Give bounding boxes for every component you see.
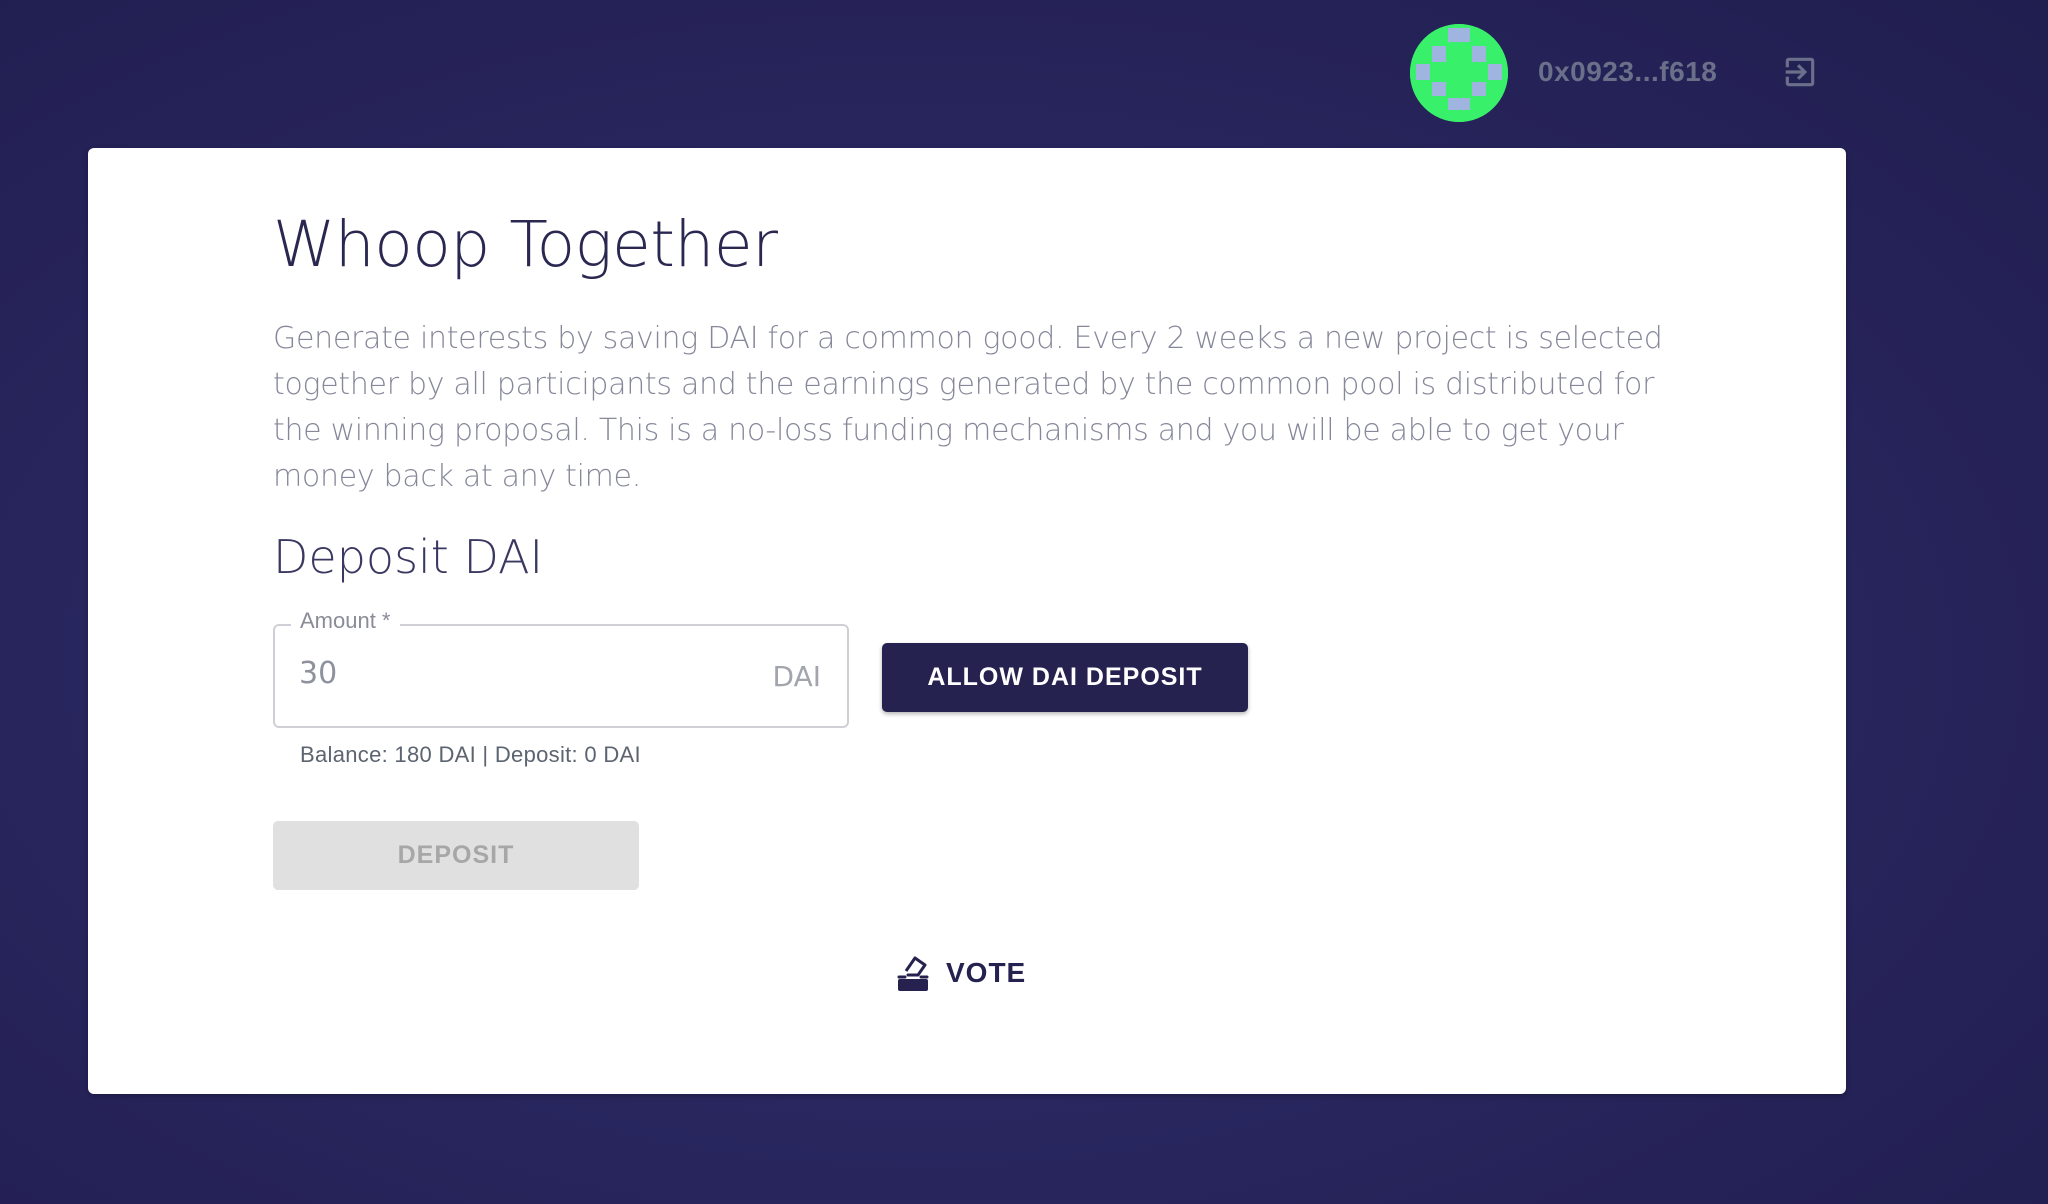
- logout-icon: [1785, 57, 1815, 87]
- ballot-icon: [897, 956, 929, 991]
- wallet-address: 0x0923...f618: [1538, 56, 1718, 87]
- balance-helper-text: Balance: 180 DAI | Deposit: 0 DAI: [300, 742, 641, 767]
- page-description: Generate interests by saving DAI for a c…: [273, 321, 1663, 494]
- logout-button[interactable]: [1776, 48, 1824, 96]
- identicon-avatar: [1410, 24, 1508, 122]
- amount-input[interactable]: [299, 656, 739, 691]
- amount-label: Amount *: [291, 608, 400, 634]
- page-title: Whoop Together: [273, 208, 778, 281]
- allow-dai-deposit-button[interactable]: ALLOW DAI DEPOSIT: [882, 643, 1248, 712]
- avatar[interactable]: [1410, 24, 1508, 122]
- amount-field[interactable]: Amount * DAI: [273, 608, 849, 728]
- vote-label: VOTE: [946, 957, 1027, 988]
- deposit-button[interactable]: DEPOSIT: [273, 821, 639, 890]
- main-card: Whoop Together Generate interests by sav…: [88, 148, 1846, 1094]
- amount-unit: DAI: [772, 660, 821, 693]
- vote-button[interactable]: VOTE: [896, 950, 1026, 996]
- deposit-section-title: Deposit DAI: [273, 530, 544, 584]
